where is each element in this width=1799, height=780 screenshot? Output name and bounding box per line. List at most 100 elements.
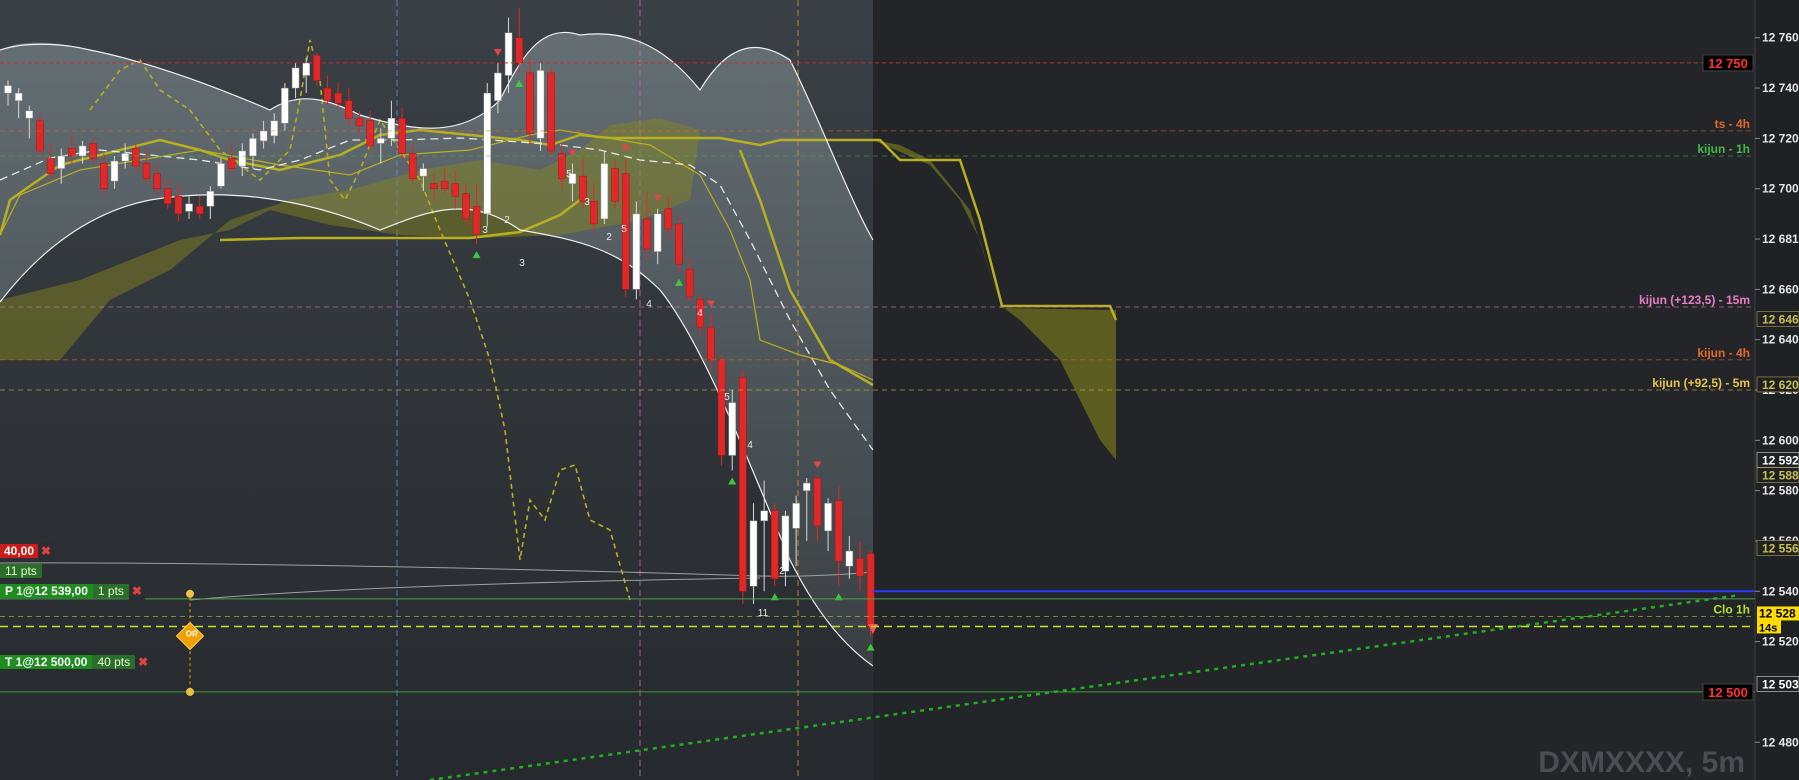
level-label: Clo 1h — [1713, 602, 1750, 616]
level-label: kijun (+123,5) - 15m — [1639, 293, 1750, 307]
candle-body — [739, 377, 747, 592]
signal-count-label: 5 — [724, 392, 730, 403]
candle-body — [46, 158, 55, 174]
candle-body — [100, 163, 108, 189]
candle-body — [68, 148, 76, 157]
signal-count-label: 5 — [566, 169, 572, 180]
candle-body — [430, 183, 438, 189]
stop-order-label: P 1@12 539,00 — [0, 584, 93, 598]
price-box-label: 12 500 — [1708, 685, 1748, 700]
candle-body — [377, 138, 385, 144]
sell-order-tag[interactable]: 40,00 ✖ — [0, 542, 55, 560]
candle-body — [685, 268, 694, 298]
candle-body — [717, 359, 726, 456]
candle-body — [590, 201, 598, 225]
candle-body — [824, 502, 832, 532]
target-order-label: T 1@12 500,00 — [0, 655, 93, 669]
signal-count-label: 3 — [519, 258, 525, 269]
signal-count-label: 3 — [584, 197, 590, 208]
candle-body — [728, 402, 736, 456]
candle — [313, 52, 321, 86]
candle-body — [547, 72, 555, 152]
candle-body — [217, 163, 225, 187]
candle-body — [536, 70, 545, 139]
axis-tick-label: 12 520 — [1762, 635, 1799, 649]
candle-body — [270, 120, 278, 137]
signal-count-label: 11 — [758, 608, 769, 619]
candle-body — [14, 92, 23, 101]
or-marker-label: OR — [185, 629, 198, 639]
axis-tick-label: 12 660 — [1762, 282, 1799, 296]
target-order-close-icon[interactable]: ✖ — [135, 653, 152, 671]
stop-order-tag[interactable]: P 1@12 539,00 1 pts ✖ — [0, 582, 145, 600]
candle-body — [760, 510, 768, 522]
candle-body — [813, 477, 822, 527]
axis-tick-label: 12 760 — [1762, 31, 1799, 45]
candle-body — [643, 218, 651, 250]
candle-body — [110, 160, 119, 182]
sell-order-pts: 11 pts — [0, 564, 42, 578]
candle-body — [834, 500, 843, 562]
candle-body — [856, 558, 864, 577]
candle — [536, 62, 545, 151]
candle-body — [121, 153, 129, 162]
candle-body — [345, 100, 353, 119]
candle — [739, 369, 747, 604]
axis-marker-label: 12 592 — [1762, 453, 1799, 467]
stop-order-close-icon[interactable]: ✖ — [128, 582, 145, 600]
target-order-tag[interactable]: T 1@12 500,00 40 pts ✖ — [0, 653, 152, 671]
candle-body — [25, 110, 34, 119]
candle-body — [792, 502, 800, 529]
candle-body — [57, 155, 65, 169]
level-label: kijun - 1h — [1697, 142, 1750, 156]
axis-tick-label: 12 480 — [1762, 735, 1799, 749]
signal-count-label: 2 — [504, 215, 510, 226]
signal-count-label: 2 — [606, 232, 612, 243]
candle-body — [281, 87, 289, 124]
axis-tick-label: 12 720 — [1762, 131, 1799, 145]
countdown-label: 14s — [1759, 622, 1777, 634]
candle-body — [153, 173, 161, 189]
candle-body — [259, 130, 268, 142]
candle-body — [323, 87, 332, 101]
signal-count-label: 4 — [646, 299, 652, 310]
chart[interactable]: 32353254454211 ts - 4hkijun - 1hkijun (+… — [0, 0, 1799, 780]
candle-body — [398, 118, 406, 154]
signal-count-label: 4 — [697, 308, 703, 319]
candle-body — [600, 163, 609, 220]
candle-body — [185, 203, 193, 212]
axis-tick-label: 12 740 — [1762, 81, 1799, 95]
candle-body — [675, 223, 683, 265]
candle — [717, 354, 726, 466]
candle-body — [462, 193, 470, 220]
candle-body — [408, 153, 417, 179]
candle-body — [451, 183, 460, 197]
candle-body — [515, 37, 523, 64]
axis-marker-label: 12 503 — [1762, 677, 1799, 691]
candle-body — [313, 55, 321, 81]
candle — [547, 67, 555, 159]
candle-body — [227, 158, 236, 169]
candle-body — [419, 168, 428, 177]
candle-body — [302, 62, 310, 76]
candle-body — [387, 118, 396, 139]
sell-order-close-icon[interactable]: ✖ — [38, 542, 55, 560]
sell-order-pts-tag: 11 pts — [0, 562, 42, 580]
candle-body — [707, 326, 715, 361]
or-dot-top — [186, 589, 194, 598]
candle-body — [4, 85, 12, 94]
candle — [866, 551, 875, 637]
axis-tick-label: 12 700 — [1762, 182, 1799, 196]
candle-body — [803, 482, 811, 491]
sell-order-price: 40,00 — [0, 544, 39, 558]
candle-body — [174, 196, 183, 215]
candle-body — [249, 138, 257, 157]
candle-body — [440, 180, 449, 189]
axis-tick-label: 12 580 — [1762, 484, 1799, 498]
axis-tick-label: 12 540 — [1762, 584, 1799, 598]
candle-body — [206, 190, 215, 207]
level-label: ts - 4h — [1715, 117, 1750, 131]
candle-body — [36, 120, 44, 152]
or-dot-bottom — [186, 687, 194, 696]
candle-body — [494, 72, 502, 101]
